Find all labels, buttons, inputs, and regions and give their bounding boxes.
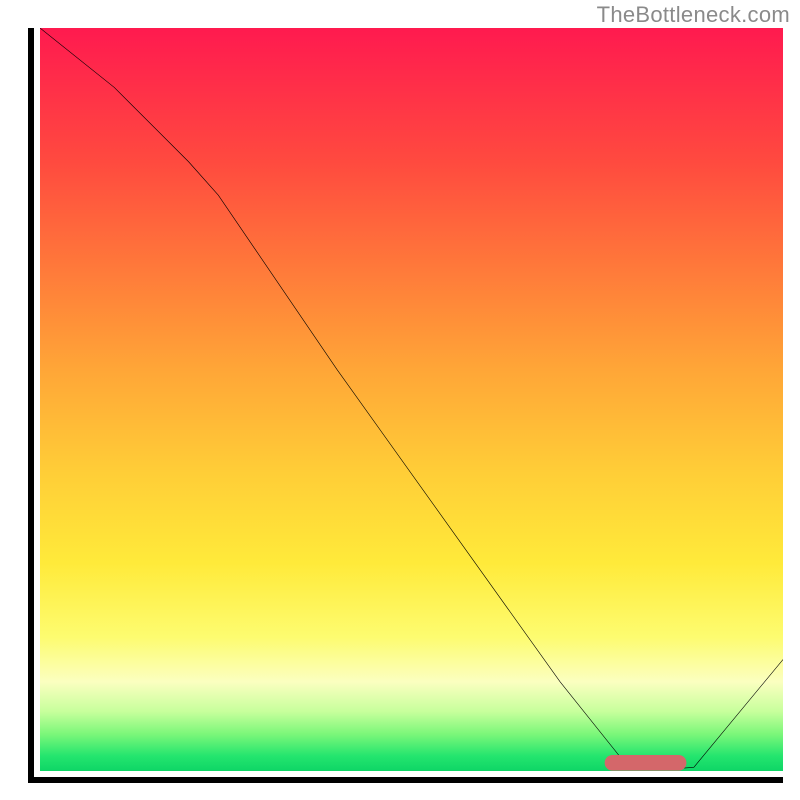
marker-rect: [605, 755, 687, 771]
curve-path: [40, 28, 783, 770]
curve-svg: [40, 28, 783, 771]
plot-area: [28, 28, 783, 783]
watermark-text: TheBottleneck.com: [597, 2, 790, 28]
